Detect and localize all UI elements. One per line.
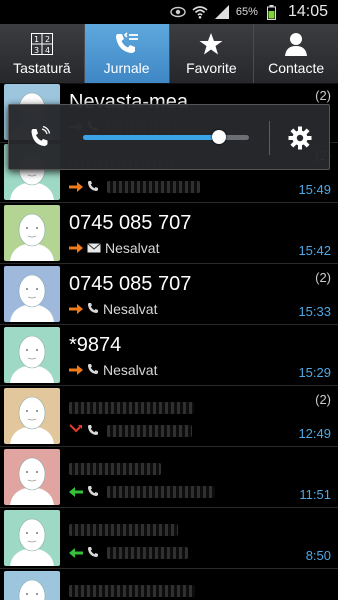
contact-avatar[interactable]	[4, 571, 60, 600]
call-count: (2)	[315, 270, 331, 285]
contact-avatar[interactable]	[4, 266, 60, 322]
contact-name: *9874	[69, 334, 122, 356]
call-count: (2)	[315, 88, 331, 103]
number-status: Nesalvat	[105, 240, 160, 256]
call-log-row[interactable]: 11:51	[0, 447, 338, 508]
phone-icon	[87, 362, 99, 378]
call-meta: Nesalvat	[69, 240, 159, 256]
phone-vibrate-icon[interactable]	[27, 125, 53, 151]
call-log-row[interactable]	[0, 569, 338, 600]
call-time: 12:49	[298, 426, 331, 441]
message-icon	[87, 240, 101, 256]
redacted-number	[107, 547, 188, 559]
phone-icon	[87, 301, 99, 317]
call-count: (2)	[315, 392, 331, 407]
call-meta	[69, 484, 215, 500]
call-time: 8:50	[305, 548, 331, 563]
redacted-name	[69, 524, 178, 536]
status-bar: 65% 14:05	[0, 0, 338, 24]
number-status: Nesalvat	[103, 301, 158, 317]
call-log-row[interactable]: (2) 12:49	[0, 386, 338, 447]
incoming-call-arrow-icon	[69, 484, 83, 500]
tab-label: Favorite	[186, 60, 237, 76]
phone-icon	[87, 484, 99, 500]
outgoing-call-arrow-icon	[69, 179, 83, 195]
call-time: 11:51	[299, 487, 331, 502]
call-time: 15:42	[298, 243, 331, 258]
tab-bar: 1 2 3 4 Tastatură Jurnale Favorite Conta…	[0, 24, 338, 84]
call-time: 15:49	[298, 182, 331, 197]
volume-slider-thumb[interactable]	[212, 130, 227, 144]
svg-text:4: 4	[45, 46, 50, 55]
contact-avatar[interactable]	[4, 510, 60, 566]
redacted-number	[107, 486, 215, 498]
call-time: 15:29	[298, 365, 331, 380]
tab-contacts[interactable]: Contacte	[254, 24, 338, 83]
call-log-row[interactable]: 0745 085 707 Nesalvat 15:42	[0, 203, 338, 264]
redacted-name	[69, 463, 161, 475]
contact-avatar[interactable]	[4, 388, 60, 444]
missed-call-arrow-icon	[69, 423, 83, 439]
contact-avatar[interactable]	[4, 327, 60, 383]
contact-name: 0745 085 707	[69, 273, 192, 295]
contact-name: 0745 085 707	[69, 212, 192, 234]
phone-icon	[87, 179, 99, 195]
eye-icon	[170, 4, 186, 20]
redacted-number	[107, 425, 192, 437]
tab-label: Tastatură	[13, 60, 71, 76]
outgoing-call-arrow-icon	[69, 240, 83, 256]
volume-slider[interactable]	[83, 130, 249, 144]
outgoing-call-arrow-icon	[69, 301, 83, 317]
svg-text:2: 2	[45, 35, 50, 44]
battery-percent: 65%	[235, 6, 258, 18]
clock: 14:05	[287, 3, 328, 20]
redacted-name	[69, 402, 194, 414]
divider	[269, 121, 270, 155]
wifi-icon	[192, 4, 208, 20]
person-icon	[283, 31, 309, 57]
tab-label: Contacte	[268, 60, 325, 76]
battery-icon	[264, 4, 280, 20]
call-log-row[interactable]: *9874 Nesalvat 15:29	[0, 325, 338, 386]
call-log-row[interactable]: 8:50	[0, 508, 338, 569]
phone-icon	[87, 545, 99, 561]
svg-text:3: 3	[34, 46, 39, 55]
contact-avatar[interactable]	[4, 205, 60, 261]
volume-slider-fill	[83, 135, 220, 140]
call-log-icon	[114, 31, 140, 57]
keypad-icon: 1 2 3 4	[29, 31, 55, 57]
star-icon	[198, 31, 224, 57]
redacted-number	[107, 181, 200, 193]
call-meta	[69, 545, 188, 561]
tab-favorites[interactable]: Favorite	[170, 24, 255, 83]
gear-icon[interactable]	[287, 125, 313, 151]
call-meta	[69, 179, 200, 195]
tab-keypad[interactable]: 1 2 3 4 Tastatură	[0, 24, 85, 83]
call-time: 15:33	[298, 304, 331, 319]
call-meta	[69, 423, 192, 439]
redacted-name	[69, 585, 195, 597]
phone-icon	[87, 423, 99, 439]
svg-text:1: 1	[34, 35, 39, 44]
call-meta: Nesalvat	[69, 362, 157, 378]
call-log-row[interactable]: 0745 085 707 (2) Nesalvat 15:33	[0, 264, 338, 325]
signal-icon	[214, 4, 230, 20]
outgoing-call-arrow-icon	[69, 362, 83, 378]
tab-logs[interactable]: Jurnale	[84, 24, 170, 83]
call-meta: Nesalvat	[69, 301, 157, 317]
incoming-call-arrow-icon	[69, 545, 83, 561]
contact-avatar[interactable]	[4, 449, 60, 505]
volume-popup	[8, 104, 330, 170]
number-status: Nesalvat	[103, 362, 158, 378]
tab-label: Jurnale	[103, 60, 150, 76]
